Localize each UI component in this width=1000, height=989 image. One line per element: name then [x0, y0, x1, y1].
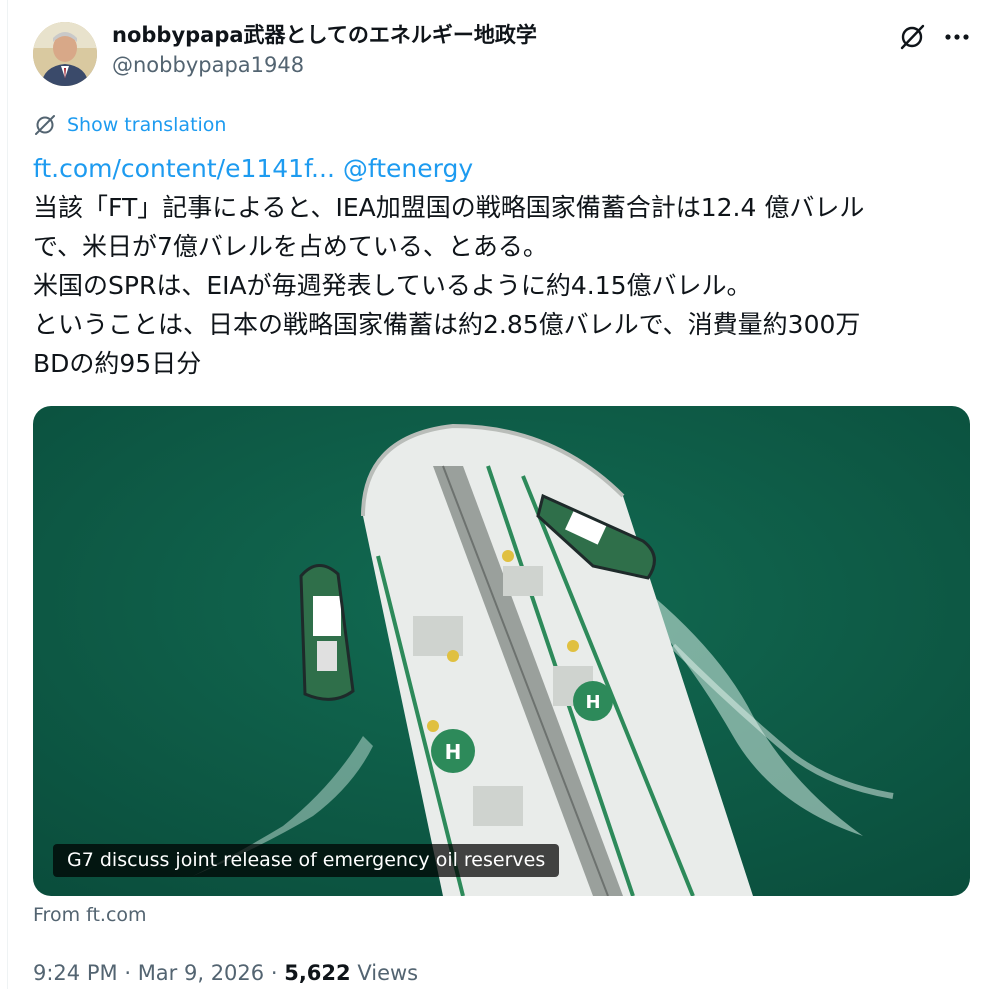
article-link[interactable]: ft.com/content/e1141f...	[33, 154, 335, 183]
tweet-text-line: で、米日が7億バレルを占めている、とある。	[33, 232, 548, 261]
author-display-name[interactable]: nobbypapa武器としてのエネルギー地政学	[112, 19, 537, 49]
show-translation-label: Show translation	[67, 114, 227, 136]
card-caption: G7 discuss joint release of emergency oi…	[53, 844, 560, 877]
meta-separator: ·	[270, 961, 278, 985]
more-horizontal-icon	[945, 34, 969, 40]
tweet: nobbypapa武器としてのエネルギー地政学 @nobbypapa1948 S…	[0, 0, 1000, 989]
svg-text:H: H	[445, 740, 462, 764]
card-source[interactable]: From ft.com	[33, 904, 147, 926]
mention-link[interactable]: @ftenergy	[343, 154, 473, 183]
tweet-text-line: 米国のSPRは、EIAが毎週発表しているように約4.15億バレル。	[33, 271, 752, 300]
tweet-text-line: ft.com/content/e1141f... @ftenergy	[33, 149, 973, 188]
tweet-time[interactable]: 9:24 PM	[33, 961, 118, 985]
translate-globe-icon	[35, 115, 55, 135]
tweet-text-line: ということは、日本の戦略国家備蓄は約2.85億バレルで、消費量約300万	[33, 310, 861, 339]
meta-separator: ·	[124, 961, 131, 985]
tweet-metadata: 9:24 PM · Mar 9, 2026 · 5,622 Views	[33, 961, 418, 985]
link-card-image[interactable]: H H	[33, 406, 970, 896]
author-handle[interactable]: @nobbypapa1948	[112, 53, 304, 77]
tweet-text-line: 当該「FT」記事によると、IEA加盟国の戦略国家備蓄合計は12.4 億バレル	[33, 193, 865, 222]
grok-slash-circle-icon	[900, 24, 925, 50]
grok-button[interactable]	[895, 20, 929, 54]
timeline-border	[7, 0, 8, 989]
svg-text:H: H	[585, 692, 600, 713]
tweet-text-line: BDの約95日分	[33, 349, 202, 378]
show-translation-button[interactable]: Show translation	[33, 113, 226, 137]
tweet-text: ft.com/content/e1141f... @ftenergy 当該「FT…	[33, 149, 973, 383]
views-label: Views	[357, 961, 419, 985]
views-count: 5,622	[284, 961, 351, 985]
avatar[interactable]	[33, 22, 97, 86]
more-button[interactable]	[940, 20, 974, 54]
tweet-date[interactable]: Mar 9, 2026	[138, 961, 264, 985]
